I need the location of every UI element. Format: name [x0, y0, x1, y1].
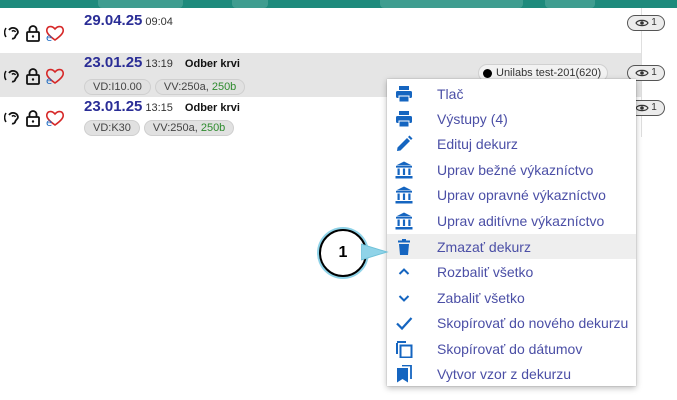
- chevron-up-icon: [395, 263, 413, 281]
- lock-icon: [26, 110, 40, 127]
- eye-icon: [635, 19, 649, 27]
- record-date: 23.01.25 13:15 Odber krvi: [84, 98, 240, 115]
- lock-icon: [26, 68, 40, 85]
- record-chips: VD:I10.00 VV:250a, 250b: [84, 79, 249, 95]
- record-date: 29.04.25 09:04: [84, 12, 173, 29]
- step-callout: 1: [319, 229, 367, 277]
- eye-icon: [635, 104, 649, 112]
- menu-item-reporting-standard[interactable]: Uprav bežné výkazníctvo: [387, 157, 636, 182]
- lock-icon: [26, 25, 40, 42]
- menu-item-collapse-all[interactable]: Zabaliť všetko: [387, 285, 636, 310]
- diagnosis-chip[interactable]: VD:K30: [84, 120, 140, 136]
- heart-e-icon: e: [45, 68, 65, 85]
- views-count: 1: [651, 102, 657, 113]
- procedure-chip-highlight: 250b: [200, 122, 226, 134]
- procedure-chip-text: VV:250a,: [152, 122, 201, 134]
- menu-item-label: Výstupy (4): [437, 110, 508, 127]
- menu-item-reporting-correction[interactable]: Uprav opravné výkazníctvo: [387, 182, 636, 207]
- callout-arrow-icon: [361, 243, 389, 261]
- record-time: 13:15: [145, 102, 173, 114]
- diagnosis-chip[interactable]: VD:I10.00: [84, 79, 151, 95]
- menu-item-label: Zabaliť všetko: [437, 289, 525, 306]
- record-date-value: 23.01.25: [84, 98, 143, 115]
- record-date: 23.01.25 13:19 Odber krvi: [84, 54, 240, 71]
- toolbar-button[interactable]: [545, 0, 595, 8]
- record-status-icons: e: [4, 109, 69, 127]
- menu-item-label: Edituj dekurz: [437, 135, 518, 152]
- menu-item-edit[interactable]: Edituj dekurz: [387, 131, 636, 156]
- svg-text:e: e: [46, 33, 52, 42]
- record-status-icons: e: [4, 24, 69, 42]
- record-status-icons: e: [4, 67, 69, 85]
- status-dot-icon: [483, 68, 492, 78]
- record-date-value: 23.01.25: [84, 54, 143, 71]
- procedure-chip-text: VV:250a,: [163, 81, 212, 93]
- toolbar-button[interactable]: [98, 0, 183, 8]
- views-badge[interactable]: 1: [627, 15, 665, 31]
- step-callout-number: 1: [338, 244, 348, 261]
- context-menu: Tlač Výstupy (4) Edituj dekurz Uprav bež…: [387, 79, 636, 386]
- printer-icon: [395, 85, 413, 103]
- chevron-down-icon: [395, 289, 413, 307]
- bank-icon: [395, 186, 413, 204]
- bank-icon: [395, 161, 413, 179]
- menu-item-label: Tlač: [437, 85, 464, 102]
- menu-item-label: Uprav aditívne výkazníctvo: [437, 212, 605, 229]
- menu-item-label: Skopírovať do dátumov: [437, 340, 583, 357]
- record-time: 13:19: [145, 58, 173, 70]
- menu-item-reporting-additive[interactable]: Uprav aditívne výkazníctvo: [387, 208, 636, 233]
- menu-item-expand-all[interactable]: Rozbaliť všetko: [387, 259, 636, 284]
- record-time: 09:04: [145, 16, 173, 28]
- record-chips: VD:K30 VV:250a, 250b: [84, 120, 238, 136]
- bank-icon: [395, 212, 413, 230]
- toolbar-button[interactable]: [232, 0, 268, 8]
- heart-e-icon: e: [45, 25, 65, 42]
- menu-item-copy-dates[interactable]: Skopírovať do dátumov: [387, 336, 636, 361]
- pencil-icon: [395, 135, 413, 153]
- printer-icon: [395, 110, 413, 128]
- record-row[interactable]: e 29.04.25 09:04 1: [0, 8, 665, 54]
- menu-item-print[interactable]: Tlač: [387, 81, 636, 106]
- menu-item-copy-new[interactable]: Skopírovať do nového dekurzu: [387, 310, 636, 335]
- menu-item-label: Uprav opravné výkazníctvo: [437, 186, 606, 203]
- hearing-icon: [4, 70, 19, 83]
- menu-item-label: Skopírovať do nového dekurzu: [437, 314, 629, 331]
- record-date-value: 29.04.25: [84, 12, 143, 29]
- menu-item-label: Uprav bežné výkazníctvo: [437, 161, 594, 178]
- record-title: Odber krvi: [184, 58, 240, 70]
- top-toolbar: [0, 0, 677, 8]
- menu-item-create-template[interactable]: Vytvor vzor z dekurzu: [387, 361, 636, 386]
- bookmark-icon: [395, 364, 413, 383]
- procedure-chip-highlight: 250b: [211, 81, 237, 93]
- procedure-chip[interactable]: VV:250a, 250b: [154, 79, 246, 95]
- hearing-icon: [4, 112, 19, 125]
- toolbar-button[interactable]: [380, 0, 523, 8]
- record-title: Odber krvi: [184, 102, 240, 114]
- svg-text:e: e: [46, 118, 52, 127]
- menu-item-label: Zmazať dekurz: [437, 238, 531, 255]
- eye-icon: [635, 69, 649, 77]
- menu-item-outputs[interactable]: Výstupy (4): [387, 106, 636, 131]
- menu-item-label: Rozbaliť všetko: [437, 263, 534, 280]
- menu-item-label: Vytvor vzor z dekurzu: [437, 365, 572, 382]
- copy-icon: [395, 340, 413, 358]
- svg-text:e: e: [46, 76, 52, 85]
- check-icon: [395, 314, 413, 332]
- procedure-chip[interactable]: VV:250a, 250b: [143, 120, 235, 136]
- menu-item-delete[interactable]: Zmazať dekurz: [387, 234, 636, 259]
- hearing-icon: [4, 27, 19, 40]
- views-count: 1: [651, 17, 657, 28]
- heart-e-icon: e: [45, 110, 65, 127]
- trash-icon: [395, 238, 413, 256]
- views-count: 1: [651, 67, 657, 78]
